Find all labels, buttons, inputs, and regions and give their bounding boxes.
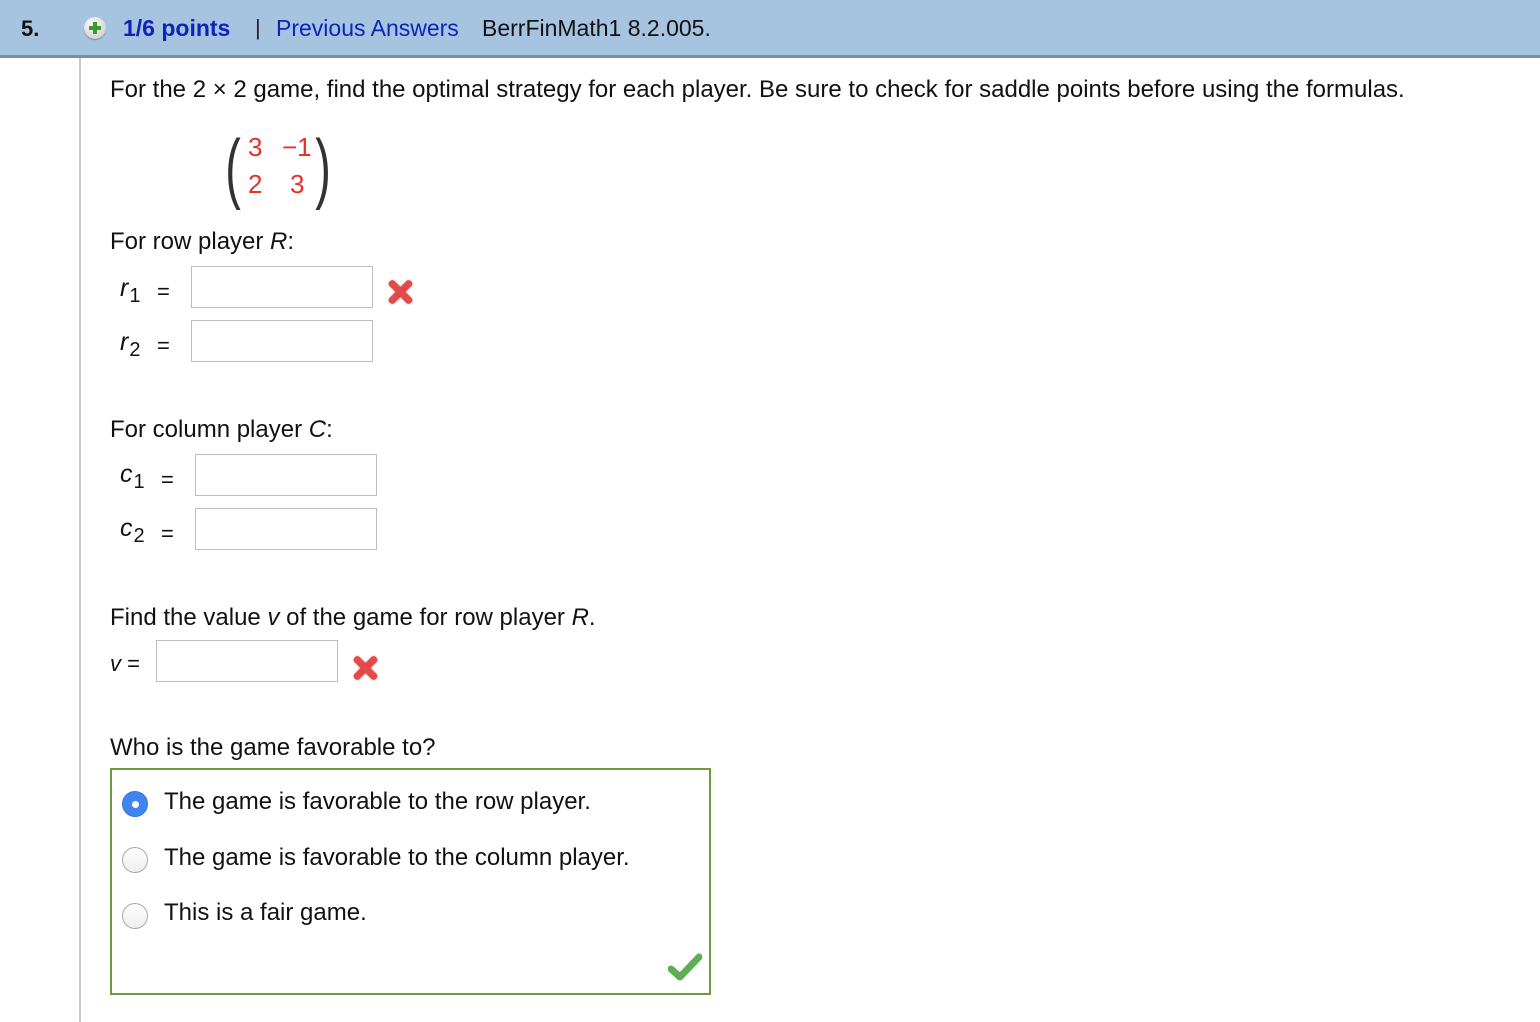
- prompt-text: of the game for row player: [279, 604, 572, 631]
- matrix-cell-2-1: 2: [248, 169, 263, 199]
- radio-fair-game[interactable]: [122, 903, 148, 929]
- var: v: [110, 651, 121, 676]
- c2-input[interactable]: [195, 508, 377, 550]
- incorrect-x-icon: [386, 278, 414, 306]
- separator: |: [255, 15, 261, 40]
- r1-equals: =: [157, 279, 170, 304]
- var: r: [120, 328, 129, 356]
- radio-row-player[interactable]: [122, 791, 148, 817]
- heading-colon: :: [326, 416, 333, 443]
- option-fair-game[interactable]: This is a fair game.: [164, 899, 367, 927]
- heading-text: For row player: [110, 228, 271, 255]
- question-number: 5.: [21, 16, 40, 41]
- c2-equals: =: [161, 521, 174, 546]
- left-paren: (: [225, 123, 241, 211]
- c1-equals: =: [161, 467, 174, 492]
- matrix-cell-1-1: 3: [248, 132, 263, 162]
- right-paren: ): [315, 123, 331, 211]
- var: c: [120, 460, 133, 488]
- var: r: [120, 274, 129, 302]
- subscript: 1: [133, 471, 145, 493]
- r2-input[interactable]: [191, 320, 373, 362]
- subscript: 2: [129, 339, 141, 361]
- value-prompt: Find the value v of the game for row pla…: [110, 604, 596, 632]
- v-input[interactable]: [156, 640, 338, 682]
- prompt-text: Find the value: [110, 604, 268, 631]
- c1-input[interactable]: [195, 454, 377, 496]
- v-label: v =: [110, 651, 140, 677]
- row-player-heading: For row player R:: [110, 228, 294, 256]
- heading-colon: :: [287, 228, 295, 255]
- heading-var: C: [308, 416, 327, 443]
- c1-label: c1: [120, 460, 145, 493]
- prompt-var: v: [267, 604, 280, 631]
- r2-equals: =: [157, 333, 170, 358]
- c2-label: c2: [120, 514, 145, 547]
- payoff-matrix: ( ) 3 −1 2 3: [224, 128, 339, 208]
- option-column-player[interactable]: The game is favorable to the column play…: [164, 844, 630, 872]
- question-prompt: For the 2 × 2 game, find the optimal str…: [110, 76, 1405, 103]
- r1-label: r1: [120, 274, 140, 307]
- favorable-prompt: Who is the game favorable to?: [110, 734, 436, 761]
- prompt-text: .: [588, 604, 596, 631]
- subscript: 2: [133, 525, 145, 547]
- plus-circle-icon[interactable]: [84, 17, 106, 39]
- previous-answers-link[interactable]: Previous Answers: [276, 15, 459, 42]
- r2-label: r2: [120, 328, 140, 361]
- equals: =: [121, 651, 140, 676]
- radio-column-player[interactable]: [122, 847, 148, 873]
- prompt-var: R: [571, 604, 589, 631]
- r1-input[interactable]: [191, 266, 373, 308]
- question-header: 5. 1/6 points | Previous Answers BerrFin…: [0, 0, 1540, 58]
- problem-code: BerrFinMath1 8.2.005.: [482, 15, 711, 41]
- incorrect-x-icon: [351, 654, 379, 682]
- subscript: 1: [129, 285, 141, 307]
- points-link[interactable]: 1/6 points: [123, 15, 230, 42]
- column-player-heading: For column player C:: [110, 416, 333, 444]
- var: c: [120, 514, 133, 542]
- matrix-cell-2-2: 3: [290, 169, 305, 199]
- left-divider: [79, 58, 81, 1022]
- heading-text: For column player: [110, 416, 309, 443]
- option-row-player[interactable]: The game is favorable to the row player.: [164, 788, 591, 816]
- heading-var: R: [270, 228, 288, 255]
- matrix-cell-1-2: −1: [282, 132, 312, 162]
- correct-check-icon: [668, 953, 702, 981]
